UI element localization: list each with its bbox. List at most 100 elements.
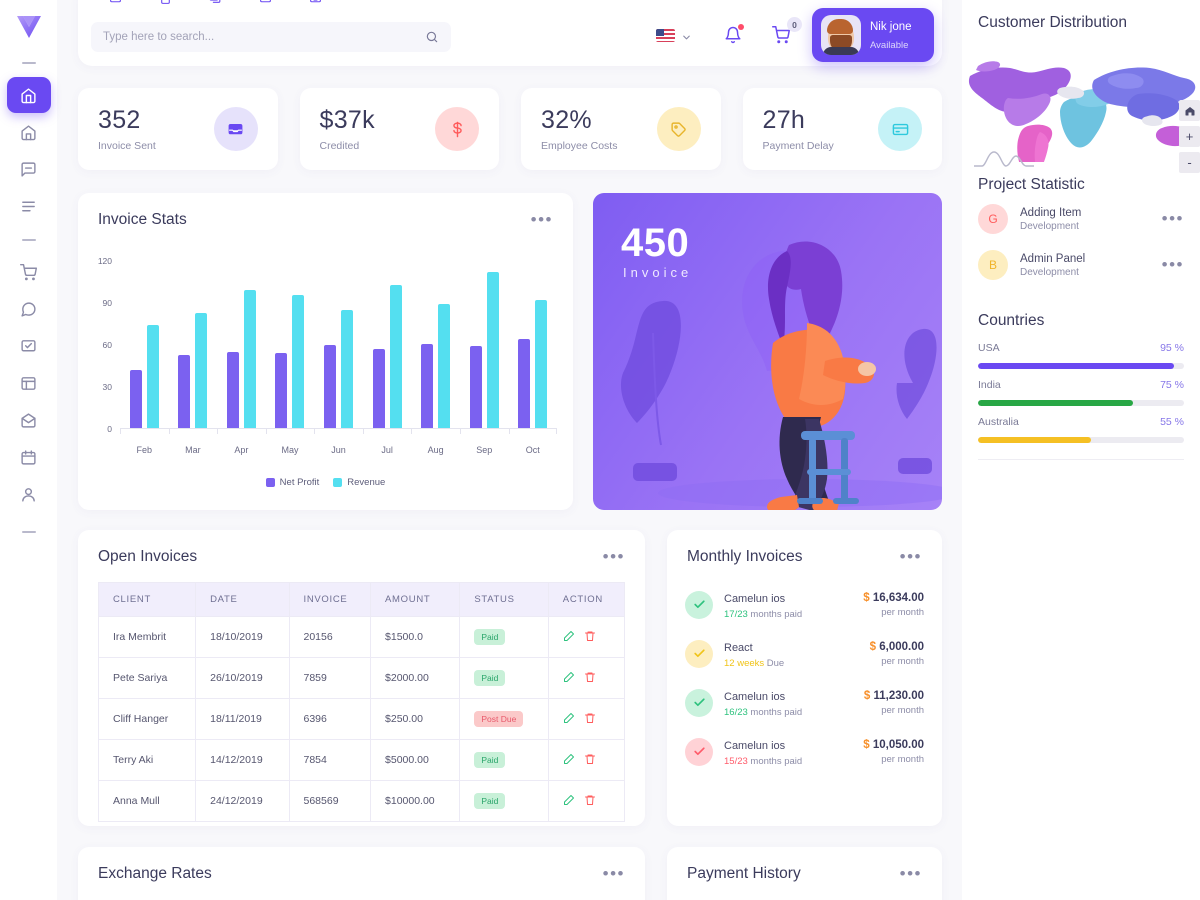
card-menu-button[interactable]: ••• [900, 865, 922, 882]
column-header[interactable]: DATE [195, 582, 290, 617]
bar-revenue[interactable] [243, 290, 256, 429]
invoices-table: CLIENT DATE INVOICE AMOUNT STATUS ACTION Ira … [97, 582, 626, 822]
sidebar-item-comments[interactable] [7, 291, 51, 327]
project-menu-button[interactable]: ••• [1162, 256, 1184, 273]
stat-card-credited[interactable]: $37k Credited [299, 88, 499, 170]
sidebar-item-layout[interactable] [7, 365, 51, 401]
project-item[interactable]: B Admin Panel Development ••• [978, 242, 1184, 288]
column-header[interactable]: CLIENT [97, 582, 197, 617]
edit-icon[interactable] [563, 712, 575, 727]
card-menu-button[interactable]: ••• [900, 548, 922, 565]
delete-icon[interactable] [584, 671, 596, 686]
cell-date: 24/12/2019 [195, 780, 290, 822]
sidebar-item-ecommerce[interactable] [7, 254, 51, 290]
sidebar-item-chat[interactable] [7, 151, 51, 187]
column-header[interactable]: ACTION [547, 582, 626, 617]
edit-icon[interactable] [563, 671, 575, 686]
country-percent: 95 % [1160, 342, 1184, 354]
column-header[interactable]: STATUS [459, 582, 549, 617]
bar-group [362, 261, 412, 434]
bar-revenue[interactable] [486, 272, 499, 429]
search-bar[interactable] [91, 22, 451, 52]
bar-net-profit[interactable] [421, 343, 434, 429]
project-menu-button[interactable]: ••• [1162, 210, 1184, 227]
table-row[interactable]: Pete Sariya 26/10/2019 7859 $2000.00 Paid [97, 657, 626, 699]
search-icon[interactable] [425, 30, 439, 44]
stat-card-employee-costs[interactable]: 32% Employee Costs [521, 88, 721, 170]
edit-icon[interactable] [563, 753, 575, 768]
app-logo-icon[interactable] [7, 6, 51, 48]
bar-revenue[interactable] [146, 325, 159, 429]
project-item[interactable]: G Adding Item Development ••• [978, 196, 1184, 242]
bar-net-profit[interactable] [324, 345, 337, 429]
check-icon [685, 737, 713, 766]
list-item[interactable]: React 12 weeks Due $ 6,000.00 per month [685, 629, 924, 678]
stat-card-payment-delay[interactable]: 27h Payment Delay [742, 88, 942, 170]
file-icon[interactable] [150, 0, 180, 8]
list-item[interactable]: Camelun ios 15/23 months paid $ 10,050.00 p… [685, 727, 924, 776]
sidebar-item-dashboard[interactable] [6, 77, 51, 113]
bar-net-profit[interactable] [275, 353, 288, 429]
card-menu-button[interactable]: ••• [531, 211, 553, 228]
legend-item-net-profit[interactable]: Net Profit [265, 477, 319, 488]
inbox-icon[interactable] [300, 0, 330, 8]
map-zoom-out-button[interactable]: - [1179, 152, 1200, 173]
cart-button[interactable]: 0 [772, 17, 802, 44]
bar-revenue[interactable] [535, 300, 548, 429]
card-menu-button[interactable]: ••• [603, 548, 625, 565]
world-map[interactable]: + - [962, 42, 1200, 179]
sidebar-item-todo[interactable] [7, 328, 51, 364]
edit-icon[interactable] [563, 630, 575, 645]
list-item[interactable]: Camelun ios 16/23 months paid $ 11,230.00 p… [685, 678, 924, 727]
x-tick: Jul [381, 445, 393, 455]
table-row[interactable]: Cliff Hanger 18/11/2019 6396 $250.00 Post Du… [97, 698, 626, 740]
language-selector[interactable] [656, 28, 692, 42]
bar-revenue[interactable] [292, 294, 305, 429]
bar-revenue[interactable] [341, 310, 354, 429]
delete-icon[interactable] [584, 630, 596, 645]
x-tick: Jun [331, 445, 346, 455]
user-menu[interactable]: Nik jone Available [812, 8, 934, 62]
message-icon[interactable] [100, 0, 130, 8]
notifications-button[interactable] [724, 24, 744, 44]
bar-net-profit[interactable] [129, 370, 142, 429]
x-tick: Oct [525, 445, 540, 455]
legend-item-revenue[interactable]: Revenue [333, 477, 385, 488]
bar-revenue[interactable] [389, 284, 402, 429]
delete-icon[interactable] [584, 712, 596, 727]
open-invoices-card: Open Invoices ••• CLIENT DATE INVOICE AMOUN… [78, 530, 645, 826]
bar-revenue[interactable] [195, 312, 208, 429]
bar-net-profit[interactable] [372, 349, 385, 429]
bar-net-profit[interactable] [469, 346, 482, 429]
sidebar-item-calendar[interactable] [7, 439, 51, 475]
table-row[interactable]: Anna Mull 24/12/2019 568569 $10000.00 Paid [97, 780, 626, 822]
sidebar-item-list[interactable] [7, 188, 51, 224]
list-item[interactable]: Camelun ios 17/23 months paid $ 16,634.00 p… [685, 580, 924, 629]
card-menu-button[interactable]: ••• [603, 865, 625, 882]
bar-net-profit[interactable] [518, 339, 531, 429]
map-zoom-in-button[interactable]: + [1179, 126, 1200, 147]
bar-revenue[interactable] [438, 304, 451, 429]
sidebar-item-email[interactable] [7, 402, 51, 438]
stat-card-invoice-sent[interactable]: 352 Invoice Sent [78, 88, 278, 170]
sidebar-item-profile[interactable] [7, 476, 51, 512]
task-icon[interactable] [250, 0, 280, 8]
map-home-icon[interactable] [1179, 100, 1200, 121]
countries-list: USA 95 % India 75 % Australia 55 % [978, 334, 1184, 445]
chevron-down-icon[interactable] [681, 30, 692, 41]
table-row[interactable]: Terry Aki 14/12/2019 7854 $5000.00 Paid [97, 739, 626, 781]
table-row[interactable]: Ira Membrit 18/10/2019 20156 $1500.0 Paid [97, 616, 626, 658]
chats-icon[interactable] [200, 0, 230, 8]
chart-x-labels: Feb Mar Apr May Jun Jul Aug Sep Oct [120, 445, 557, 455]
delete-icon[interactable] [584, 753, 596, 768]
bar-net-profit[interactable] [178, 354, 191, 429]
delete-icon[interactable] [584, 794, 596, 809]
column-header[interactable]: INVOICE [288, 582, 372, 617]
invoice-promo-card[interactable]: 450 Invoice [593, 193, 942, 510]
bar-net-profit[interactable] [226, 352, 239, 429]
sidebar-item-home[interactable] [7, 114, 51, 150]
countries-section: Countries USA 95 % India 75 % Australia 55 % [962, 288, 1200, 445]
edit-icon[interactable] [563, 794, 575, 809]
search-input[interactable] [103, 31, 425, 43]
column-header[interactable]: AMOUNT [370, 582, 461, 617]
